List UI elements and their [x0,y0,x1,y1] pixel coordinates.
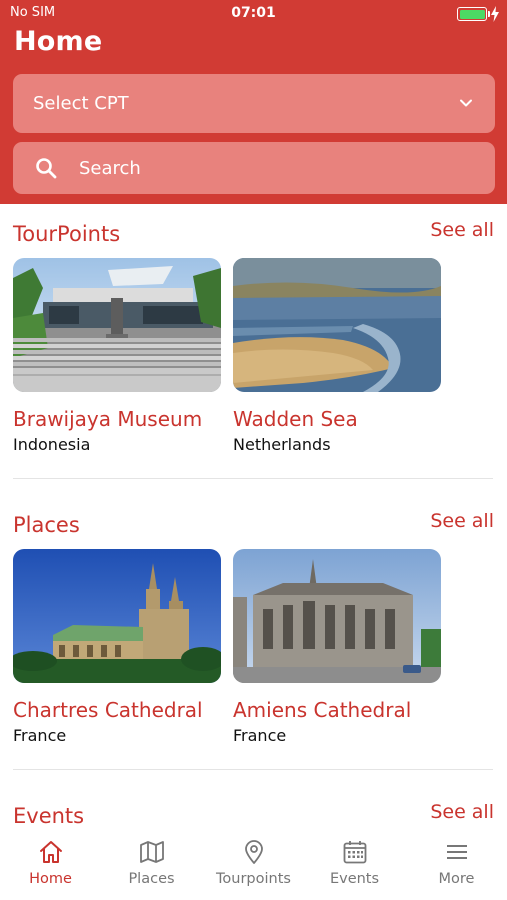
section-title: TourPoints [13,222,121,246]
home-icon [39,841,62,863]
map-icon [139,841,164,863]
header: No SIM 07:01 Home Select CPT [0,0,507,204]
section-title: Places [13,513,80,537]
place-card[interactable]: Chartres Cathedral France [13,549,221,745]
calendar-icon [343,841,366,864]
card-subtitle: Indonesia [13,435,91,454]
divider [13,769,493,770]
see-all-places-link[interactable]: See all [430,510,494,532]
card-title: Brawijaya Museum [13,407,203,431]
bottom-tab-bar: Home Places Tourpoints Events More [0,828,507,900]
coastline-photo [233,258,441,392]
tab-label: More [438,871,475,887]
place-card[interactable]: Amiens Cathedral France [233,549,441,745]
tab-tourpoints[interactable]: Tourpoints [203,838,304,898]
cathedral-photo [13,549,221,683]
chevron-down-icon [460,99,472,107]
tab-home[interactable]: Home [0,838,101,898]
see-all-events-link[interactable]: See all [430,801,494,823]
menu-icon [446,845,467,859]
cpt-select-label: Select CPT [33,93,129,114]
tab-more[interactable]: More [406,838,507,898]
tab-label: Places [128,871,175,887]
tab-label: Events [329,871,380,887]
divider [13,478,493,479]
card-title: Amiens Cathedral [233,698,412,722]
clock: 07:01 [231,5,276,21]
location-pin-icon [244,840,263,864]
battery-icon [457,6,499,22]
museum-photo [13,258,221,392]
see-all-tourpoints-link[interactable]: See all [430,219,494,241]
tourpoint-card[interactable]: Brawijaya Museum Indonesia [13,258,221,454]
page-title: Home [14,26,103,57]
tab-label: Tourpoints [216,871,291,887]
tourpoint-card[interactable]: Wadden Sea Netherlands [233,258,441,454]
status-bar: No SIM 07:01 [0,0,507,28]
card-title: Chartres Cathedral [13,698,203,722]
search-input[interactable] [79,152,479,184]
search-box[interactable] [13,142,495,194]
card-subtitle: France [233,726,287,745]
cathedral-photo [233,549,441,683]
tab-events[interactable]: Events [304,838,405,898]
card-title: Wadden Sea [233,407,358,431]
card-subtitle: Netherlands [233,435,331,454]
section-title: Events [13,804,85,828]
card-subtitle: France [13,726,67,745]
cpt-select-dropdown[interactable]: Select CPT [13,74,495,133]
tab-places[interactable]: Places [101,838,202,898]
search-icon [36,158,57,179]
tab-label: Home [29,871,72,887]
